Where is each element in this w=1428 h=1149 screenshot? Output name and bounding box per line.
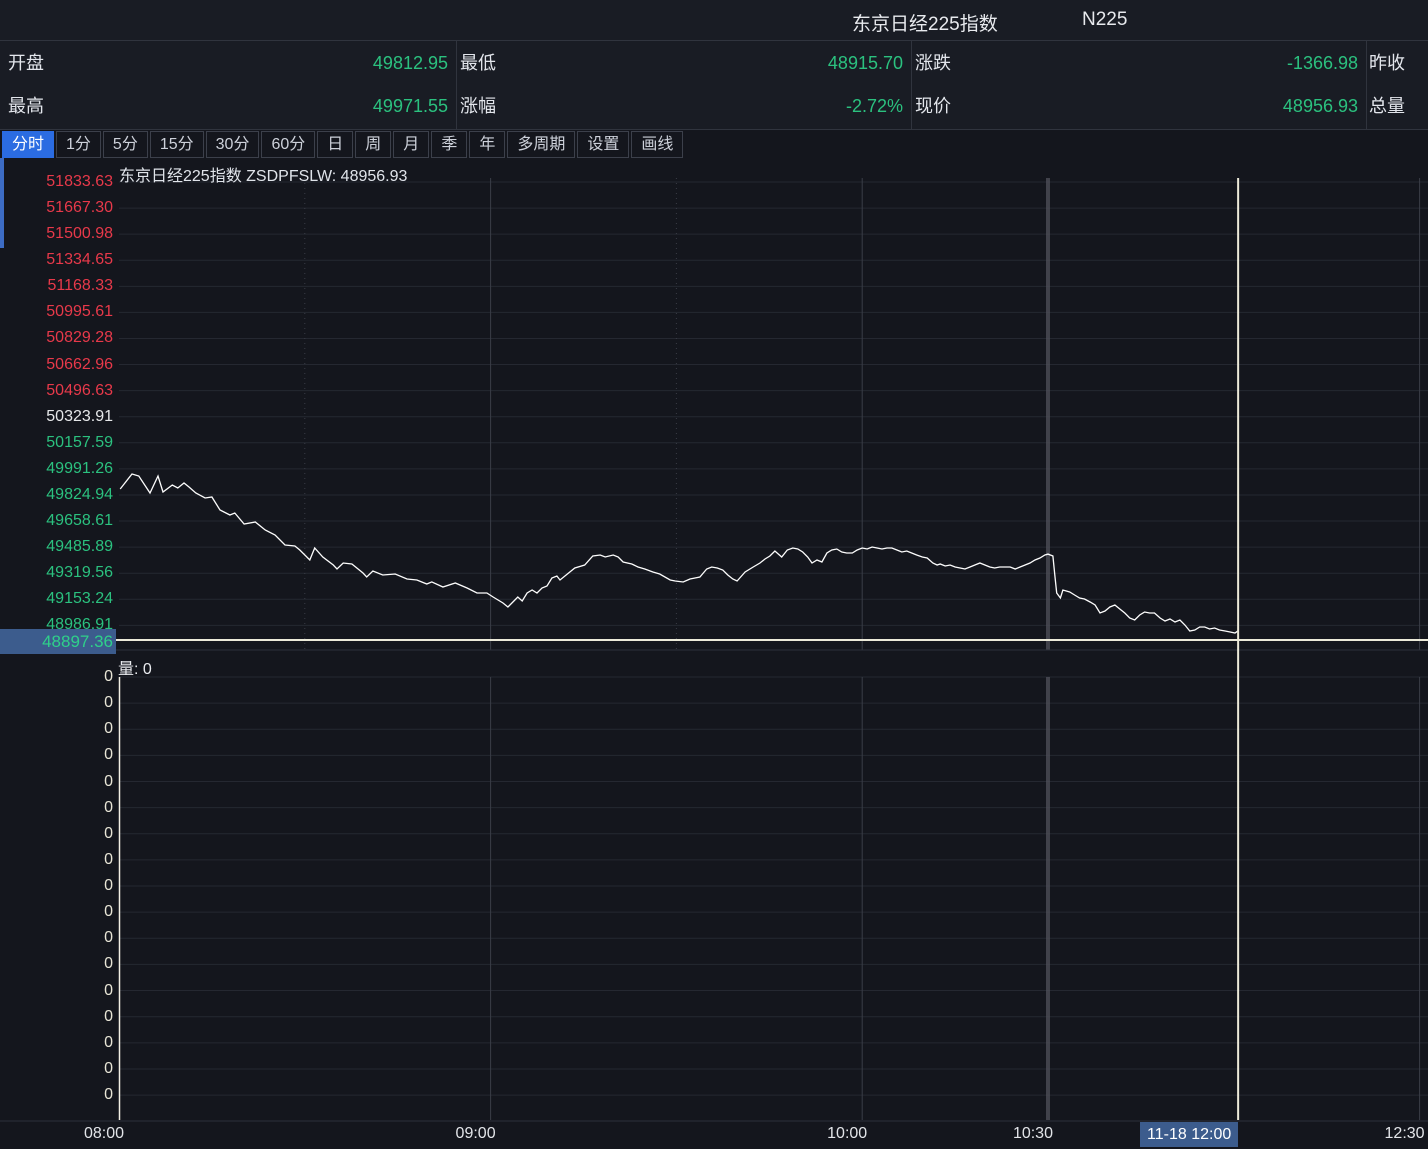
volume-tick: 0 bbox=[0, 772, 113, 792]
session-break-band bbox=[1046, 178, 1050, 650]
price-tick: 51334.65 bbox=[0, 250, 113, 270]
volume-tick: 0 bbox=[0, 928, 113, 948]
crosshair-time-tag: 11-18 12:00 bbox=[1140, 1122, 1238, 1147]
price-tick: 49658.61 bbox=[0, 511, 113, 531]
time-tick-08:00: 08:00 bbox=[0, 1125, 124, 1143]
price-tick: 51833.63 bbox=[0, 172, 113, 192]
price-tick: 49319.56 bbox=[0, 563, 113, 583]
volume-tick: 0 bbox=[0, 850, 113, 870]
price-tick: 50995.61 bbox=[0, 302, 113, 322]
price-tick: 51667.30 bbox=[0, 198, 113, 218]
volume-tick: 0 bbox=[0, 693, 113, 713]
price-tick: 50323.91 bbox=[0, 407, 113, 427]
crosshair-price-tag: 48897.36 bbox=[0, 629, 116, 654]
app-window: 东京日经225指数 N225 开盘 49812.95 最高 49971.55 最… bbox=[0, 0, 1428, 1149]
volume-tick: 0 bbox=[0, 1059, 113, 1079]
volume-tick: 0 bbox=[0, 1007, 113, 1027]
volume-tick: 0 bbox=[0, 876, 113, 896]
time-tick-10:00: 10:00 bbox=[737, 1125, 867, 1143]
price-tick: 50496.63 bbox=[0, 381, 113, 401]
price-tick: 51500.98 bbox=[0, 224, 113, 244]
chart-legend: 东京日经225指数 ZSDPFSLW: 48956.93 bbox=[119, 162, 407, 186]
price-line bbox=[120, 474, 1238, 633]
price-tick: 50157.59 bbox=[0, 433, 113, 453]
volume-tick: 0 bbox=[0, 719, 113, 739]
price-tick: 49153.24 bbox=[0, 589, 113, 609]
volume-tick: 0 bbox=[0, 1085, 113, 1105]
price-tick: 50829.28 bbox=[0, 328, 113, 348]
price-tick: 49485.89 bbox=[0, 537, 113, 557]
volume-tick: 0 bbox=[0, 667, 113, 687]
price-tick: 51168.33 bbox=[0, 276, 113, 296]
volume-tick: 0 bbox=[0, 824, 113, 844]
price-tick: 50662.96 bbox=[0, 355, 113, 375]
volume-tick: 0 bbox=[0, 798, 113, 818]
price-tick: 49991.26 bbox=[0, 459, 113, 479]
volume-tick: 0 bbox=[0, 981, 113, 1001]
volume-tick: 0 bbox=[0, 954, 113, 974]
time-tick-12:30: 12:30 bbox=[1295, 1125, 1425, 1143]
time-tick-09:00: 09:00 bbox=[366, 1125, 496, 1143]
price-tick: 49824.94 bbox=[0, 485, 113, 505]
session-break-band bbox=[1046, 677, 1050, 1120]
volume-readout: 量: 0 bbox=[118, 655, 152, 679]
volume-tick: 0 bbox=[0, 1033, 113, 1053]
volume-tick: 0 bbox=[0, 902, 113, 922]
time-tick-10:30: 10:30 bbox=[923, 1125, 1053, 1143]
volume-tick: 0 bbox=[0, 745, 113, 765]
